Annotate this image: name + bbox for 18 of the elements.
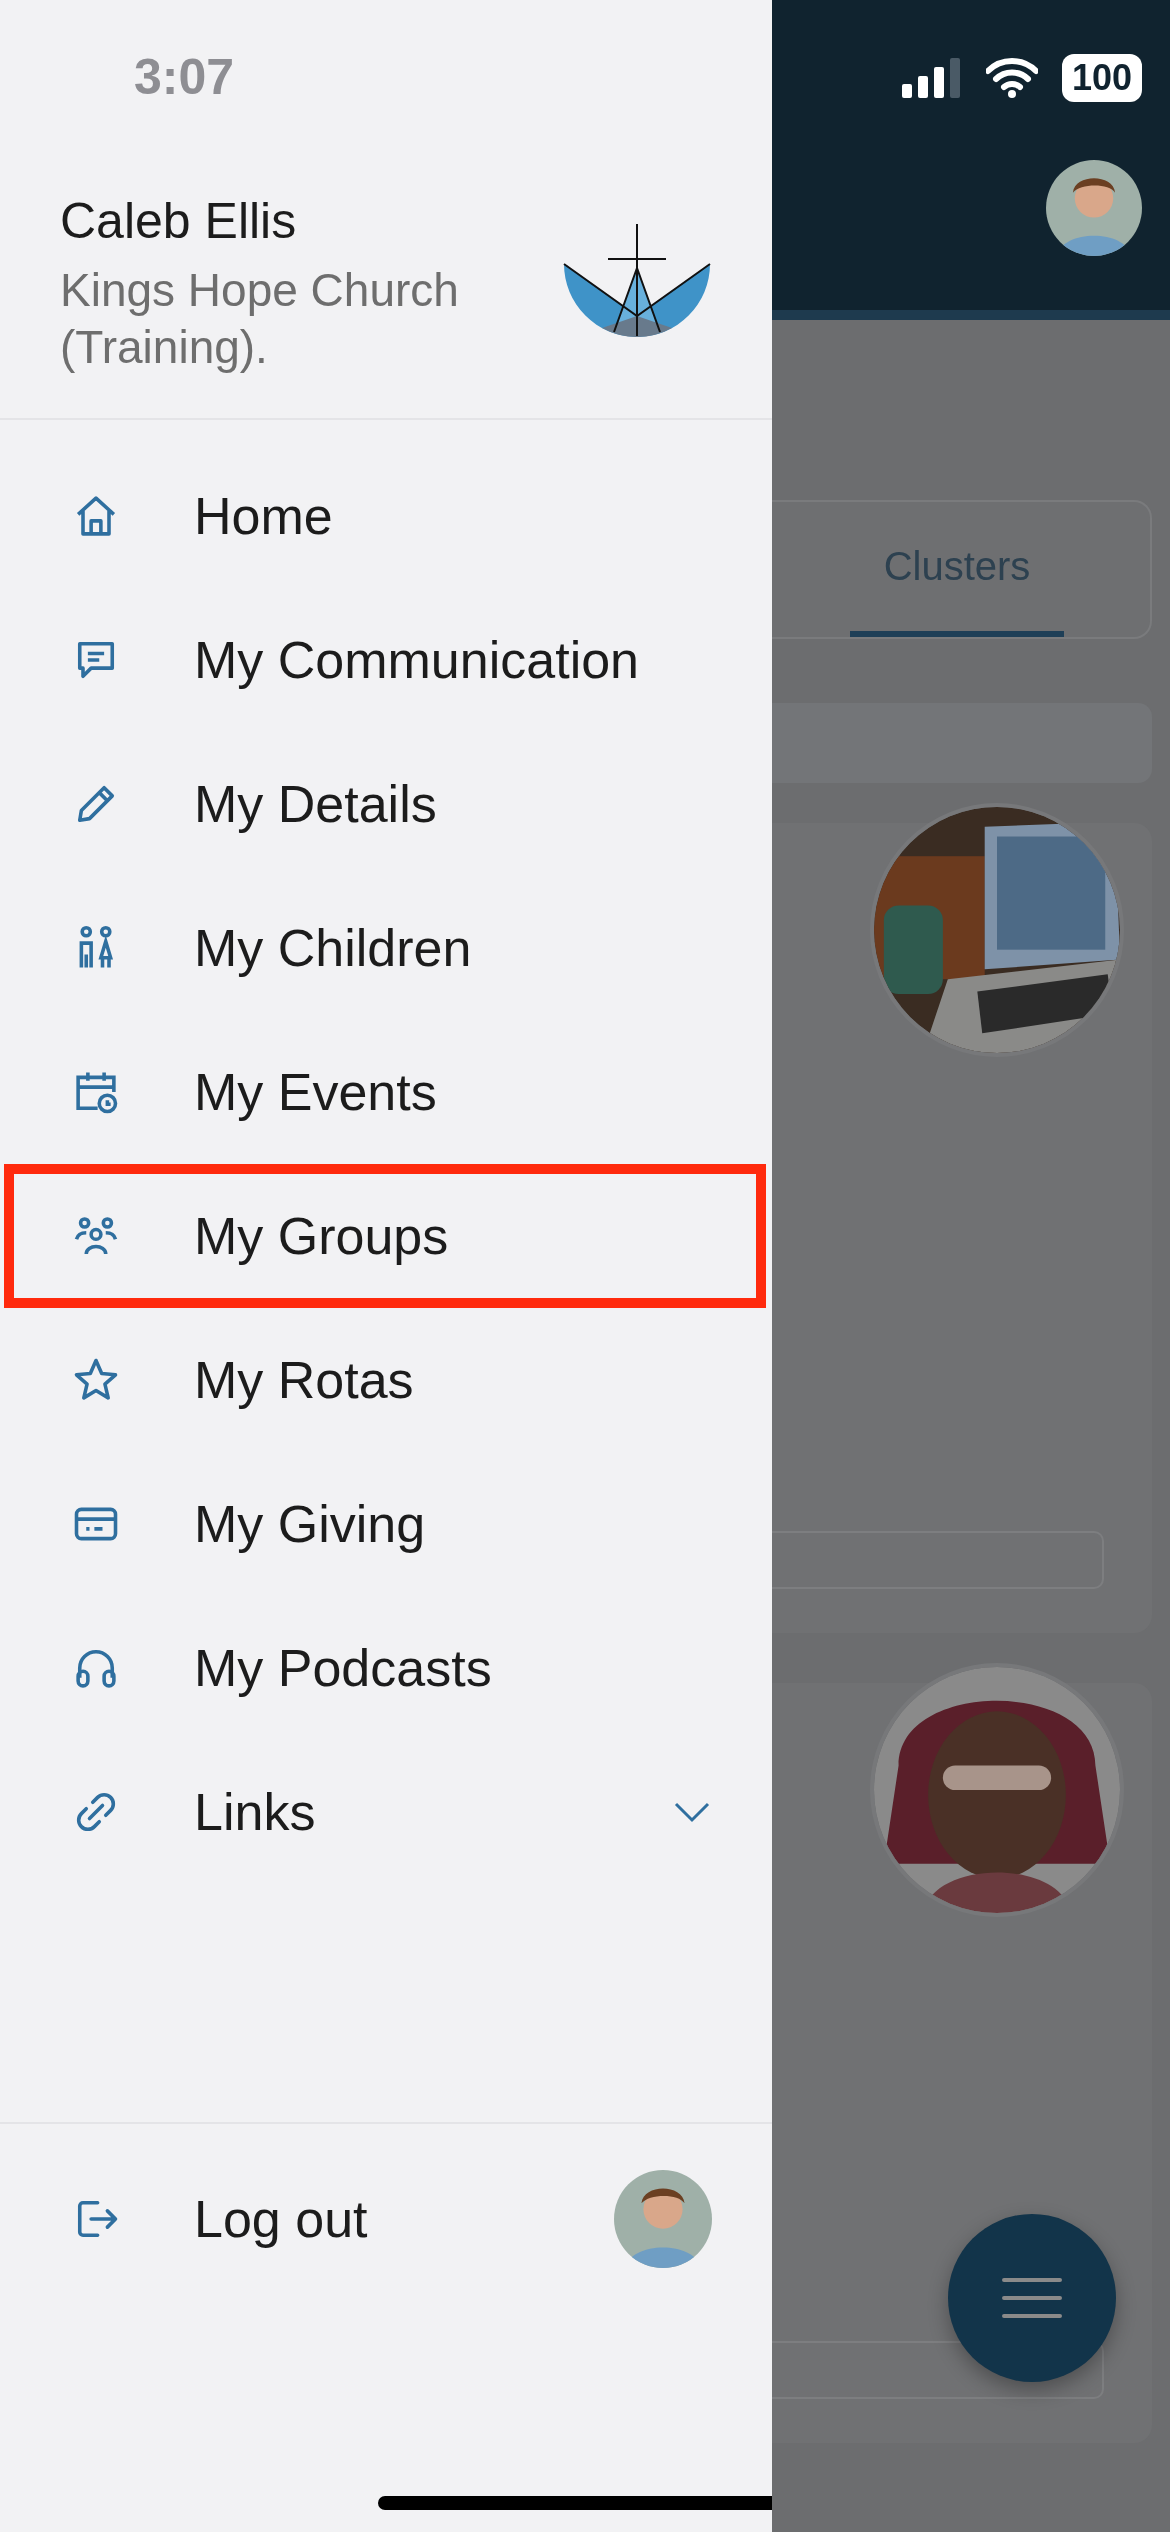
menu-icon (1002, 2276, 1062, 2320)
menu-item[interactable]: My Details (0, 732, 772, 876)
menu-item[interactable]: My Giving (0, 1452, 772, 1596)
menu-item[interactable]: My Children (0, 876, 772, 1020)
user-name: Caleb Ellis (60, 191, 298, 250)
menu-item[interactable]: My Podcasts (0, 1596, 772, 1740)
battery-level: 100 (1061, 54, 1142, 102)
menu-item[interactable]: My Rotas (0, 1308, 772, 1452)
signal-icon (901, 58, 962, 98)
logout-item[interactable]: Log out (0, 2124, 772, 2268)
menu-item[interactable]: My Communication (0, 588, 772, 732)
menu-item[interactable]: Links (0, 1740, 772, 1884)
menu-item[interactable]: My Events (0, 1020, 772, 1164)
menu-item[interactable]: Home (0, 444, 772, 588)
menu-item[interactable]: My Groups (4, 1164, 766, 1308)
status-time: 3:07 (133, 48, 236, 107)
wifi-icon (985, 58, 1038, 98)
organization-name: Kings Hope Church (Training). (60, 262, 460, 375)
